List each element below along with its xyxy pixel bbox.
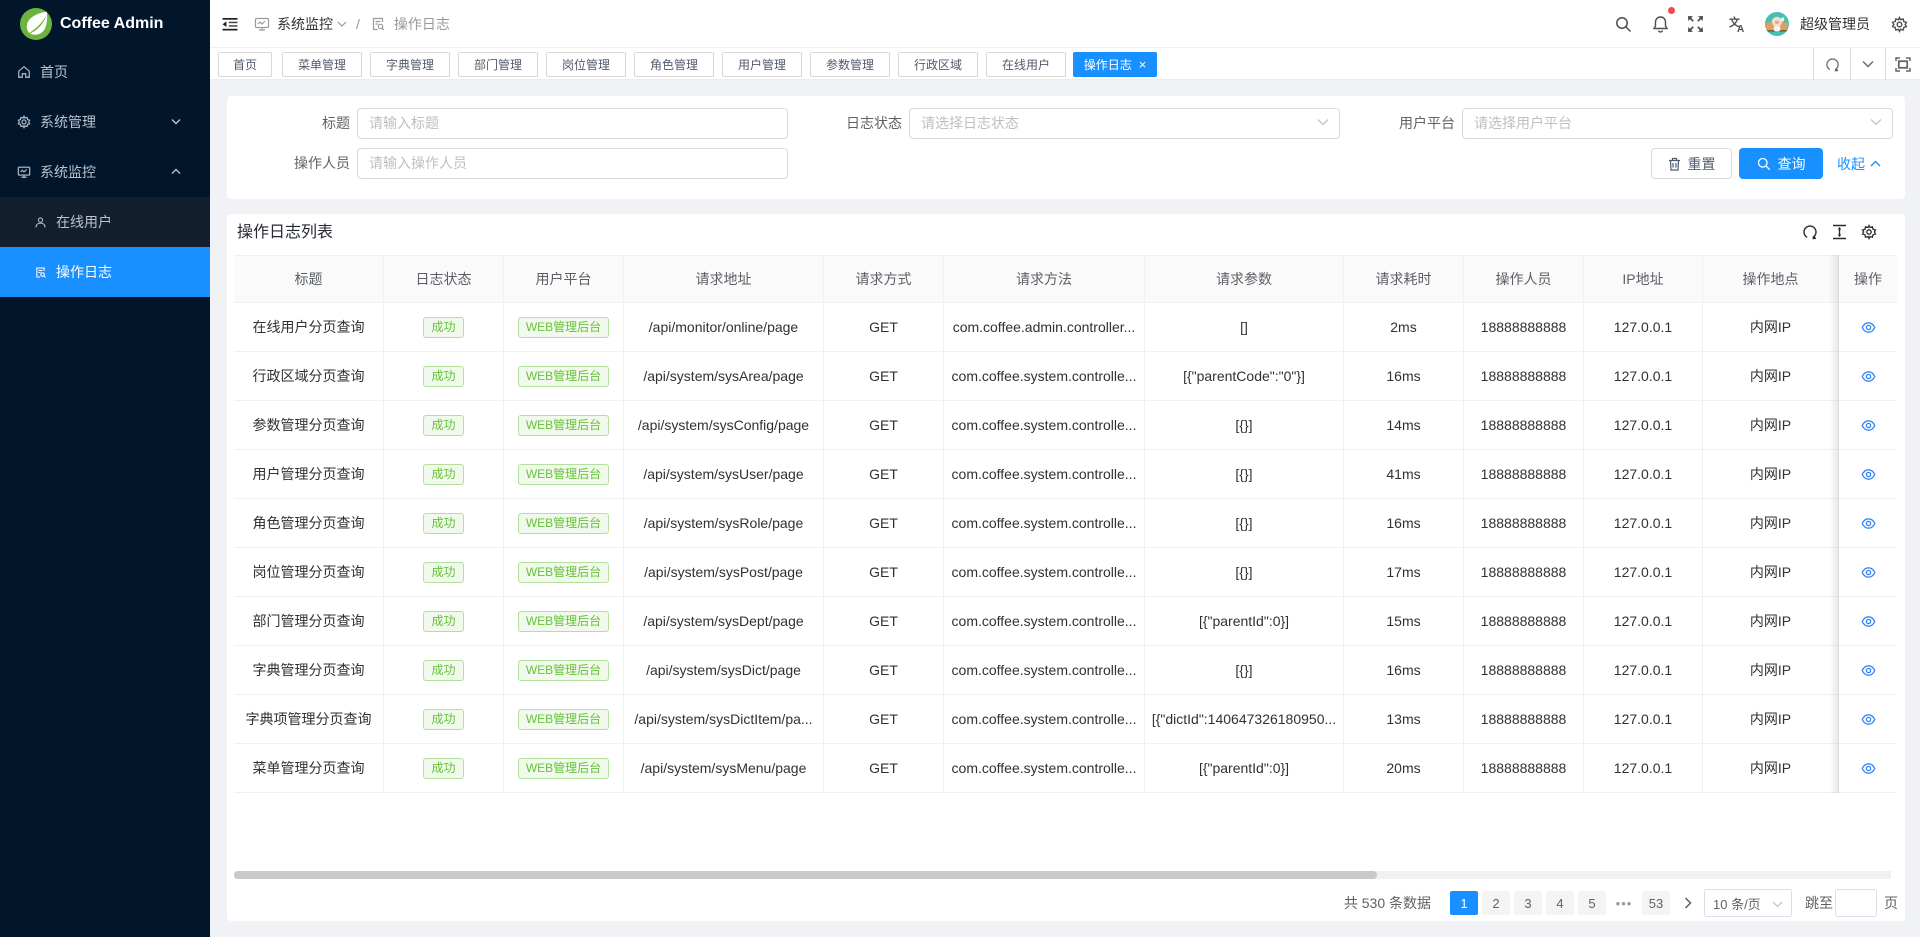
svg-text:A: A — [1737, 24, 1744, 33]
